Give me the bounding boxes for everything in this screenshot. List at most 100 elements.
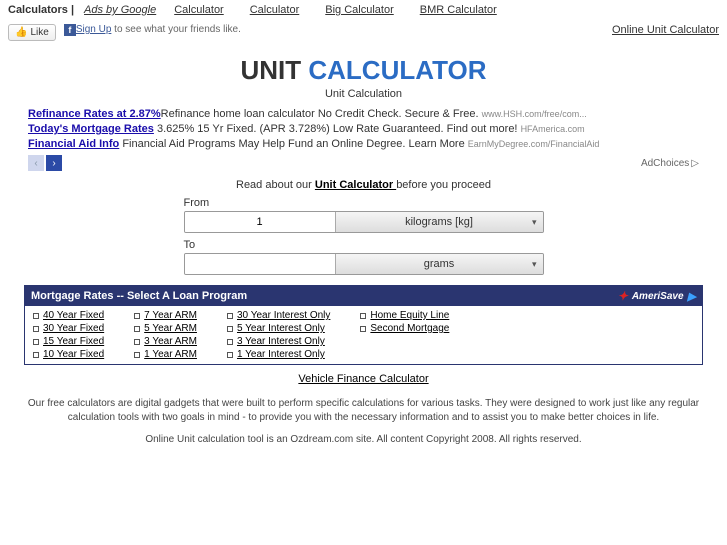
vehicle-finance-link[interactable]: Vehicle Finance Calculator — [298, 373, 428, 385]
ad-link-2[interactable]: Today's Mortgage Rates — [28, 123, 154, 135]
top-link-1[interactable]: Calculator — [174, 4, 224, 16]
loan-link[interactable]: 5 Year ARM — [144, 323, 197, 334]
loan-link[interactable]: 1 Year ARM — [144, 349, 197, 360]
loan-link[interactable]: 7 Year ARM — [144, 310, 197, 321]
read-about: Read about our Unit Calculator before yo… — [0, 179, 727, 191]
to-value-input[interactable] — [185, 254, 336, 274]
bullet-icon — [134, 326, 140, 332]
adchoices-link[interactable]: AdChoices ▷ — [641, 158, 699, 169]
to-row: grams ▾ — [184, 253, 544, 275]
mortgage-body: 40 Year Fixed 30 Year Fixed 15 Year Fixe… — [25, 306, 702, 364]
bullet-icon — [134, 313, 140, 319]
thumb-icon: 👍 — [15, 27, 27, 38]
bullet-icon — [33, 326, 39, 332]
ad-line-3: Financial Aid Info Financial Aid Program… — [28, 138, 699, 150]
title-part2: CALCULATOR — [308, 55, 486, 85]
from-row: kilograms [kg] ▾ — [184, 211, 544, 233]
read-pre: Read about our — [236, 179, 315, 191]
star-icon: ✦ — [618, 289, 628, 303]
loan-link[interactable]: Home Equity Line — [370, 310, 449, 321]
bullet-icon — [360, 326, 366, 332]
from-unit-label: kilograms [kg] — [405, 216, 473, 228]
ad-link-3[interactable]: Financial Aid Info — [28, 138, 119, 150]
loan-link[interactable]: 30 Year Fixed — [43, 323, 104, 334]
ad-nav: ‹ › AdChoices ▷ — [0, 153, 727, 173]
top-link-4[interactable]: BMR Calculator — [420, 4, 497, 16]
ad-link-1[interactable]: Refinance Rates at 2.87% — [28, 108, 161, 120]
bullet-icon — [134, 339, 140, 345]
ads-by-google[interactable]: Ads by Google — [84, 4, 156, 16]
bullet-icon — [134, 352, 140, 358]
signup-link[interactable]: Sign Up — [76, 24, 112, 35]
loan-link[interactable]: 3 Year ARM — [144, 336, 197, 347]
loan-link[interactable]: 5 Year Interest Only — [237, 323, 325, 334]
adchoices-icon: ▷ — [691, 158, 699, 169]
mortgage-header-text: Mortgage Rates -- Select A Loan Program — [31, 290, 247, 302]
ad-src-3: EarnMyDegree.com/FinancialAid — [468, 139, 600, 149]
vehicle-link-row: Vehicle Finance Calculator — [0, 373, 727, 385]
mortgage-col-3: 30 Year Interest Only 5 Year Interest On… — [227, 310, 330, 360]
bullet-icon — [227, 352, 233, 358]
ad-line-1: Refinance Rates at 2.87%Refinance home l… — [28, 108, 699, 120]
bullet-icon — [33, 352, 39, 358]
page-title: UNIT CALCULATOR — [0, 55, 727, 86]
facebook-row: 👍 Like f Sign Up to see what your friend… — [0, 20, 727, 49]
loan-link[interactable]: 15 Year Fixed — [43, 336, 104, 347]
footer-paragraph-1: Our free calculators are digital gadgets… — [0, 393, 727, 429]
ad-desc-3: Financial Aid Programs May Help Fund an … — [119, 138, 468, 150]
mortgage-brand[interactable]: ✦ AmeriSave ▶ — [618, 289, 696, 303]
ad-desc-2: 3.625% 15 Yr Fixed. (APR 3.728%) Low Rat… — [154, 123, 521, 135]
fb-suffix: to see what your friends like. — [111, 24, 241, 35]
bullet-icon — [227, 313, 233, 319]
loan-link[interactable]: 3 Year Interest Only — [237, 336, 325, 347]
footer-paragraph-2: Online Unit calculation tool is an Ozdre… — [0, 429, 727, 451]
loan-link[interactable]: 10 Year Fixed — [43, 349, 104, 360]
title-part1: UNIT — [240, 55, 308, 85]
topbar: Calculators | Ads by Google Calculator C… — [0, 0, 727, 20]
read-post: before you proceed — [396, 179, 491, 191]
bullet-icon — [227, 326, 233, 332]
brand-label: AmeriSave — [632, 291, 684, 302]
ad-block: Refinance Rates at 2.87%Refinance home l… — [0, 108, 727, 150]
bullet-icon — [33, 339, 39, 345]
bullet-icon — [227, 339, 233, 345]
ad-next-button[interactable]: › — [46, 155, 62, 171]
adchoices-label: AdChoices — [641, 158, 689, 169]
from-label: From — [184, 197, 544, 209]
subtitle: Unit Calculation — [0, 88, 727, 100]
ad-line-2: Today's Mortgage Rates 3.625% 15 Yr Fixe… — [28, 123, 699, 135]
arrow-icon: ▶ — [688, 290, 696, 303]
ad-src-2: HFAmerica.com — [521, 124, 585, 134]
from-unit-select[interactable]: kilograms [kg] ▾ — [336, 212, 543, 232]
bullet-icon — [33, 313, 39, 319]
bullet-icon — [360, 313, 366, 319]
mortgage-col-1: 40 Year Fixed 30 Year Fixed 15 Year Fixe… — [33, 310, 104, 360]
chevron-down-icon: ▾ — [532, 217, 537, 228]
chevron-down-icon: ▾ — [532, 259, 537, 270]
calculators-label: Calculators | — [8, 4, 74, 16]
loan-link[interactable]: 40 Year Fixed — [43, 310, 104, 321]
ad-desc-1: Refinance home loan calculator No Credit… — [161, 108, 482, 120]
converter: From kilograms [kg] ▾ To grams ▾ — [184, 197, 544, 275]
ad-src-1: www.HSH.com/free/com... — [482, 109, 587, 119]
like-label: Like — [30, 27, 48, 38]
from-value-input[interactable] — [185, 212, 336, 232]
mortgage-box: Mortgage Rates -- Select A Loan Program … — [24, 285, 703, 365]
loan-link[interactable]: 1 Year Interest Only — [237, 349, 325, 360]
loan-link[interactable]: 30 Year Interest Only — [237, 310, 330, 321]
unit-calculator-link[interactable]: Unit Calculator — [315, 179, 396, 191]
top-link-3[interactable]: Big Calculator — [325, 4, 393, 16]
mortgage-col-2: 7 Year ARM 5 Year ARM 3 Year ARM 1 Year … — [134, 310, 197, 360]
ad-prev-button[interactable]: ‹ — [28, 155, 44, 171]
to-unit-select[interactable]: grams ▾ — [336, 254, 543, 274]
online-unit-calculator-link[interactable]: Online Unit Calculator — [612, 24, 719, 36]
mortgage-header: Mortgage Rates -- Select A Loan Program … — [25, 286, 702, 306]
facebook-icon: f — [64, 24, 76, 36]
like-button[interactable]: 👍 Like — [8, 24, 56, 41]
to-label: To — [184, 239, 544, 251]
to-unit-label: grams — [424, 258, 455, 270]
mortgage-col-4: Home Equity Line Second Mortgage — [360, 310, 449, 360]
facebook-text: Sign Up to see what your friends like. — [76, 24, 612, 35]
top-link-2[interactable]: Calculator — [250, 4, 300, 16]
loan-link[interactable]: Second Mortgage — [370, 323, 449, 334]
